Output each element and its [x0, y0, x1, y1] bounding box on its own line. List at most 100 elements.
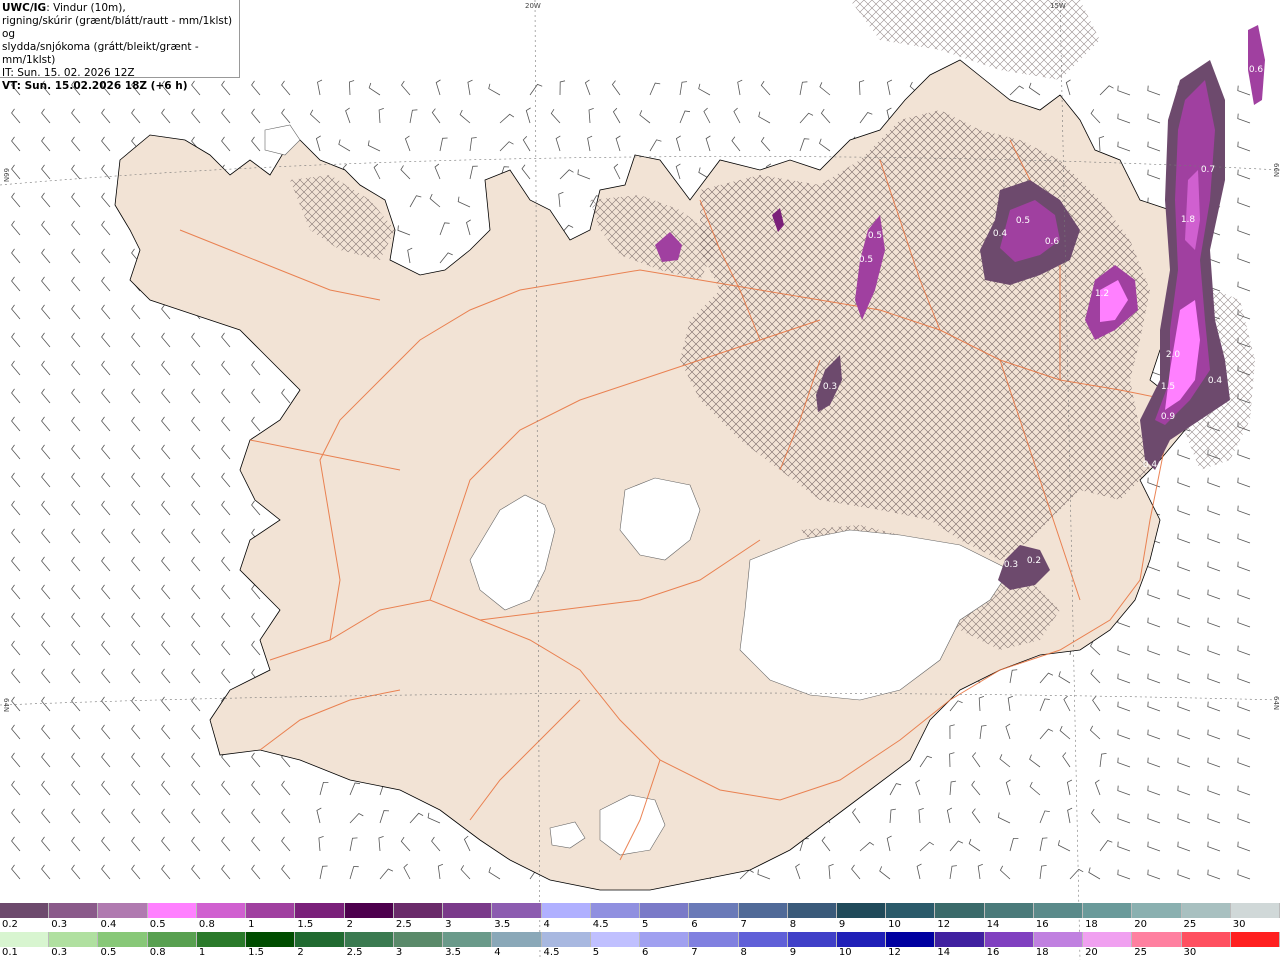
legend-swatch	[196, 932, 247, 947]
lat-label-64n-left: 64N	[2, 698, 10, 712]
legend-swatch	[0, 903, 50, 918]
legend-label: 6	[642, 947, 649, 958]
legend-label: 1.5	[248, 947, 265, 958]
precip-label: 0.3	[1004, 560, 1018, 570]
legend-label: 0.3	[51, 947, 68, 958]
legend-label: 4.5	[543, 947, 560, 958]
legend-label: 3	[395, 947, 403, 958]
legend-label: 30	[1183, 947, 1197, 958]
legend-label: 16	[986, 947, 1000, 958]
lat-label-64n-right: 64N	[1272, 696, 1280, 710]
legend-label: 8	[789, 919, 797, 930]
legend-swatch	[689, 903, 739, 918]
legend-label: 0.4	[100, 919, 117, 930]
legend-swatch	[886, 903, 936, 918]
legend-label: 0.2	[2, 919, 18, 930]
legend-swatch	[787, 903, 837, 918]
legend-label: 25	[1183, 919, 1197, 930]
legend-label: 14	[986, 919, 1000, 930]
legend-swatch	[1230, 903, 1280, 918]
legend-swatch	[393, 932, 444, 947]
legend-label: 3.5	[494, 919, 511, 930]
legend-label: 0.8	[149, 947, 166, 958]
legend-label: 2.5	[346, 947, 363, 958]
legend-label: 9	[789, 947, 797, 958]
precip-label: 1.8	[1181, 215, 1196, 225]
precip-label: 0.6	[1249, 65, 1264, 75]
legend-snow-labels: 0.2 0.3 0.4 0.5 0.8 1 1.5 2 2.5 3 3.5 4 4.5 5 6 7 8 9 10 12…	[0, 919, 1280, 932]
precip-label: 0.5	[859, 255, 873, 265]
legend-swatch	[1083, 903, 1133, 918]
legend-swatch	[640, 903, 690, 918]
legend-swatch	[295, 903, 345, 918]
precip-label: 0.4	[1143, 460, 1158, 470]
legend-label: 4	[494, 947, 501, 958]
precip-label: 0.2	[1027, 556, 1041, 566]
legend-swatch	[1132, 932, 1182, 947]
precip-label: 0.9	[1161, 412, 1176, 422]
legend-label: 4.5	[592, 919, 609, 930]
legend-label: 2	[297, 947, 304, 958]
legend-swatch	[836, 932, 887, 947]
legend-label: 0.1	[2, 947, 18, 958]
legend-label: 10	[888, 919, 901, 930]
legend-label: 3	[445, 919, 452, 930]
legend-swatch	[590, 903, 641, 918]
legend-swatch	[1033, 903, 1084, 918]
lat-label-66n-left: 66N	[2, 168, 10, 182]
legend-label: 25	[1134, 947, 1148, 958]
legend-swatch	[541, 932, 591, 947]
title-line2: rigning/skúrir (grænt/blátt/rautt - mm/1…	[2, 15, 233, 40]
legend-label: 7	[691, 947, 698, 958]
precip-label: 0.6	[1045, 237, 1060, 247]
legend-label: 4	[543, 919, 550, 930]
legend-swatch	[147, 932, 197, 947]
product-name: UWC/IG	[2, 2, 47, 14]
legend-swatch	[196, 903, 247, 918]
precip-label: 1.2	[1095, 289, 1109, 299]
legend-rain-labels: 0.1 0.3 0.5 0.8 1 1.5 2 2.5 3 3.5 4 4.5 5 6 7 8 9 10 12 14 1…	[0, 947, 1280, 960]
legend-swatch	[640, 932, 690, 947]
precip-label: 0.5	[1016, 216, 1030, 226]
legend-swatch	[49, 932, 99, 947]
legend-label: 8	[740, 947, 747, 958]
legend-label: 30	[1232, 919, 1246, 930]
legend-swatch	[541, 903, 591, 918]
legend-label: 9	[838, 919, 846, 930]
legend-swatch	[1132, 903, 1182, 918]
legend-label: 0.8	[198, 919, 215, 930]
legend-label: 14	[937, 947, 951, 958]
legend-label: 1	[198, 947, 206, 958]
legend-label: 2.5	[395, 919, 412, 930]
legend-rain-scale	[0, 932, 1280, 947]
legend-label: 20	[1085, 947, 1098, 958]
legend-label: 12	[937, 919, 951, 930]
legend-label: 5	[642, 919, 649, 930]
legend-label: 2	[346, 919, 353, 930]
precip-label: 2.0	[1166, 350, 1181, 360]
legend-label: 16	[1035, 919, 1049, 930]
legend-swatch	[98, 903, 148, 918]
lat-label-66n-right: 66N	[1272, 163, 1280, 177]
precip-label: 1.5	[1161, 382, 1175, 392]
lon-label-20w: 20W	[525, 2, 541, 10]
issue-time: IT: Sun. 15. 02. 2026 12Z	[2, 67, 135, 79]
precip-label: 0.3	[823, 382, 837, 392]
legend-swatch	[1181, 903, 1231, 918]
legend-label: 12	[888, 947, 901, 958]
legend-swatch	[738, 903, 788, 918]
legend-swatch	[886, 932, 936, 947]
lon-label-15w: 15W	[1050, 2, 1066, 10]
legend-swatch	[935, 903, 985, 918]
legend-label: 1.5	[297, 919, 314, 930]
legend-swatch	[836, 903, 887, 918]
legend-snow-scale	[0, 903, 1280, 918]
legend-label: 18	[1085, 919, 1098, 930]
legend-swatch	[984, 932, 1034, 947]
legend-swatch	[492, 932, 542, 947]
legend-swatch	[246, 903, 296, 918]
legend-swatch	[1181, 932, 1231, 947]
legend-swatch	[443, 903, 493, 918]
legend-swatch	[295, 932, 345, 947]
precip-label: 0.4	[1208, 376, 1223, 386]
